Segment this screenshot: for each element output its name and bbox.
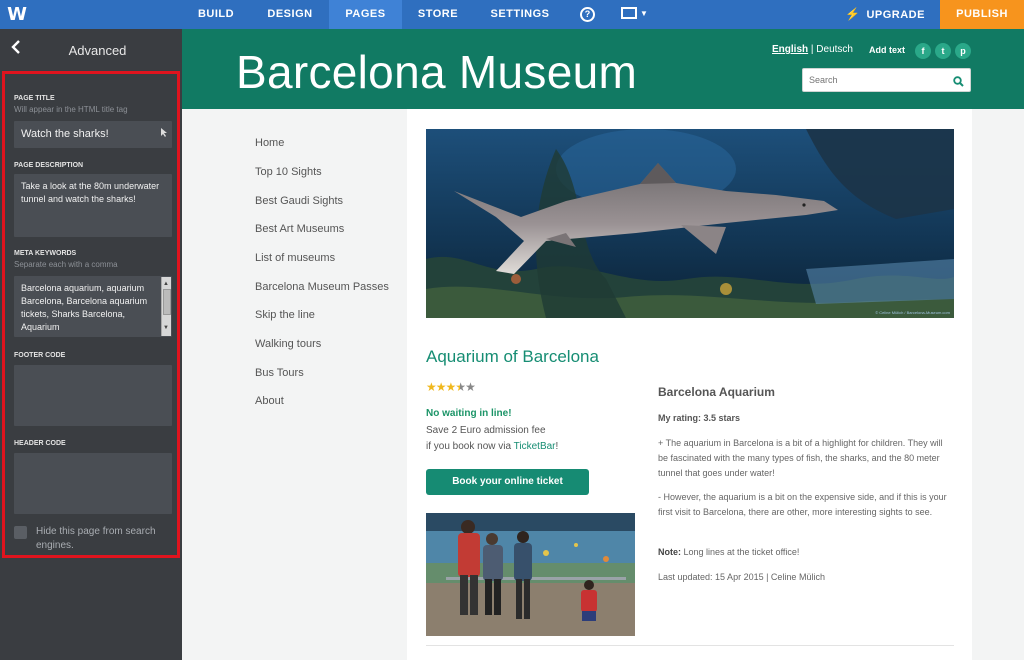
header-code-textarea[interactable] bbox=[14, 453, 172, 514]
rating-stars: ★★★★★ bbox=[426, 380, 476, 394]
menu-item-top-10-sights[interactable]: Top 10 Sights bbox=[255, 166, 322, 178]
page-title-hint: Will appear in the HTML title tag bbox=[14, 105, 128, 114]
lang-deutsch-link[interactable]: Deutsch bbox=[816, 44, 853, 55]
menu-item-list-of-museums[interactable]: List of museums bbox=[255, 252, 335, 264]
publish-button[interactable]: PUBLISH bbox=[940, 0, 1024, 29]
site-header: Barcelona Museum English | Deutsch Add t… bbox=[182, 29, 1024, 109]
upgrade-button[interactable]: ⚡ UPGRADE bbox=[845, 0, 925, 29]
tab-build[interactable]: BUILD bbox=[185, 0, 247, 29]
add-text-link[interactable]: Add text bbox=[869, 45, 905, 55]
save-fee-text: Save 2 Euro admission fee bbox=[426, 425, 546, 436]
page-title-label: PAGE TITLE bbox=[14, 95, 55, 102]
site-title[interactable]: Barcelona Museum bbox=[236, 45, 637, 99]
ticketbar-link[interactable]: TicketBar bbox=[514, 441, 556, 452]
book-via-text: if you book now via TicketBar! bbox=[426, 441, 559, 452]
star-icon: ★ bbox=[435, 380, 447, 394]
facebook-icon[interactable]: f bbox=[915, 43, 931, 59]
menu-item-best-art-museums[interactable]: Best Art Museums bbox=[255, 223, 344, 235]
book-ticket-button[interactable]: Book your online ticket bbox=[426, 469, 589, 495]
review-title: Barcelona Aquarium bbox=[658, 385, 775, 399]
cursor-icon bbox=[160, 127, 169, 138]
review-cons: - However, the aquarium is a bit on the … bbox=[658, 492, 947, 517]
meta-keywords-label: META KEYWORDS bbox=[14, 250, 77, 257]
star-icon: ★ bbox=[445, 380, 457, 394]
hide-page-label[interactable]: Hide this page from search engines. bbox=[36, 525, 176, 553]
keywords-scrollbar[interactable]: ▲ ▼ bbox=[161, 277, 171, 336]
sidebar-header: Advanced bbox=[0, 29, 182, 69]
aquarium-visitors-image[interactable] bbox=[426, 513, 635, 636]
menu-item-best-gaudi-sights[interactable]: Best Gaudi Sights bbox=[255, 195, 343, 207]
page-title-input[interactable]: Watch the sharks! bbox=[14, 121, 172, 148]
menu-item-skip-the-line[interactable]: Skip the line bbox=[255, 309, 315, 321]
hero-caption: © Celine Mülich / Barcelona-Museum.com bbox=[875, 310, 950, 315]
search-icon[interactable] bbox=[953, 74, 964, 87]
site-search-input[interactable] bbox=[803, 69, 943, 91]
star-empty-icon: ★ bbox=[465, 380, 476, 394]
page-description-label: PAGE DESCRIPTION bbox=[14, 162, 84, 169]
review-pros: + The aquarium in Barcelona is a bit of … bbox=[658, 438, 943, 478]
lang-english-link[interactable]: English bbox=[772, 44, 808, 55]
star-icon: ★ bbox=[426, 380, 437, 394]
site-right-margin bbox=[972, 109, 1024, 660]
advanced-settings-highlight: PAGE TITLE Will appear in the HTML title… bbox=[2, 71, 180, 558]
review-updated: Last updated: 15 Apr 2015 | Celine Mülic… bbox=[658, 572, 825, 582]
header-code-label: HEADER CODE bbox=[14, 440, 66, 447]
tab-settings[interactable]: SETTINGS bbox=[484, 0, 556, 29]
menu-item-about[interactable]: About bbox=[255, 395, 284, 407]
lightning-icon: ⚡ bbox=[845, 7, 861, 21]
twitter-icon[interactable]: t bbox=[935, 43, 951, 59]
meta-keywords-hint: Separate each with a comma bbox=[14, 260, 118, 269]
meta-keywords-textarea[interactable]: Barcelona aquarium, aquarium Barcelona, … bbox=[14, 276, 172, 337]
help-icon[interactable]: ? bbox=[580, 7, 595, 22]
top-bar: W BUILD DESIGN PAGES STORE SETTINGS ? ▼ … bbox=[0, 0, 1024, 29]
section-title[interactable]: Aquarium of Barcelona bbox=[426, 347, 599, 367]
shark-hero-image[interactable]: © Celine Mülich / Barcelona-Museum.com bbox=[426, 129, 954, 318]
no-waiting-text: No waiting in line! bbox=[426, 408, 512, 419]
site-left-column bbox=[182, 109, 407, 660]
device-preview-icon[interactable]: ▼ bbox=[620, 6, 648, 23]
pinterest-icon[interactable]: p bbox=[955, 43, 971, 59]
menu-item-walking-tours[interactable]: Walking tours bbox=[255, 338, 321, 350]
hide-page-checkbox[interactable] bbox=[14, 526, 27, 539]
footer-code-label: FOOTER CODE bbox=[14, 352, 66, 359]
tab-store[interactable]: STORE bbox=[406, 0, 470, 29]
sidebar-title: Advanced bbox=[68, 43, 127, 58]
page-description-textarea[interactable]: Take a look at the 80m underwater tunnel… bbox=[14, 174, 172, 237]
tab-pages[interactable]: PAGES bbox=[329, 0, 402, 29]
site-search bbox=[802, 68, 971, 92]
back-arrow-icon[interactable] bbox=[10, 39, 24, 57]
review-rating: My rating: 3.5 stars bbox=[658, 413, 741, 423]
menu-item-museum-passes[interactable]: Barcelona Museum Passes bbox=[255, 281, 389, 293]
menu-item-home[interactable]: Home bbox=[255, 137, 284, 149]
footer-code-textarea[interactable] bbox=[14, 365, 172, 426]
half-star-icon: ★ bbox=[455, 380, 466, 394]
weebly-logo-icon[interactable]: W bbox=[0, 0, 34, 29]
review-note: Note: Long lines at the ticket office! bbox=[658, 547, 800, 557]
tab-design[interactable]: DESIGN bbox=[255, 0, 325, 29]
content-divider bbox=[426, 645, 954, 646]
language-switcher: English | Deutsch bbox=[772, 44, 853, 55]
menu-item-bus-tours[interactable]: Bus Tours bbox=[255, 367, 304, 379]
settings-sidebar: Advanced PAGE TITLE Will appear in the H… bbox=[0, 29, 182, 660]
